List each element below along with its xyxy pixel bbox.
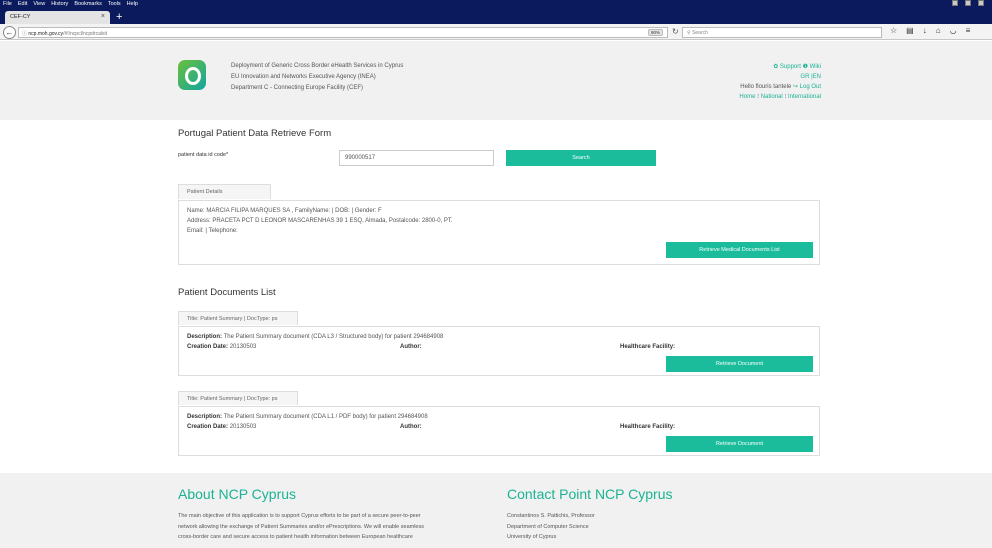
support-link[interactable]: Support xyxy=(780,64,801,70)
reload-icon[interactable]: ↻ xyxy=(672,27,679,36)
document-description: The Patient Summary document (CDA L1 / P… xyxy=(223,414,428,420)
back-arrow-icon[interactable]: ← xyxy=(3,26,16,39)
organization-info: Deployment of Generic Cross Border eHeal… xyxy=(231,61,403,94)
retrieve-document-button[interactable]: Retrieve Document xyxy=(666,356,813,372)
home-icon[interactable]: ⌂ xyxy=(936,26,941,35)
download-icon[interactable]: ↓ xyxy=(923,26,927,35)
toolbar-icons: ☆ ▤ ↓ ⌂ ◡ ≡ xyxy=(890,26,970,35)
patient-address-line: Address: PRACETA PCT D LEONOR MASCARENHA… xyxy=(187,218,453,224)
close-window-icon[interactable] xyxy=(978,0,984,6)
logout-icon: ↪ xyxy=(792,84,798,90)
contact-text: Constantinos S. Pattichis, Professor Dep… xyxy=(507,511,595,543)
about-line: The main objective of this application i… xyxy=(178,513,421,519)
retrieve-documents-list-button[interactable]: Retrieve Medical Documents List xyxy=(666,242,813,258)
browser-menubar: File Edit View History Bookmarks Tools H… xyxy=(0,0,992,8)
browser-tab[interactable]: CEF-CY × xyxy=(5,11,110,24)
contact-line: Department of Computer Science xyxy=(507,523,589,530)
contact-line: Constantinos S. Pattichis, Professor xyxy=(507,513,595,519)
navigation-bar: ← ⓘ ncp.moh.gov.cy/#!/ncpcl/ncpdrcalsit … xyxy=(0,24,992,40)
window-controls xyxy=(952,0,990,6)
patient-id-label: patient data id code* xyxy=(178,152,229,158)
menu-view[interactable]: View xyxy=(33,1,45,7)
url-host: ncp.moh.gov.cy xyxy=(28,31,64,37)
creation-date-label: Creation Date: xyxy=(187,344,229,350)
document-tab: Title: Patient Summary | DocType: ps xyxy=(178,391,298,405)
author-label: Author: xyxy=(400,344,422,350)
patient-name-line: Name: MARCIA FILIPA MARQUES SA , FamilyN… xyxy=(187,208,382,214)
nav-national-link[interactable]: National xyxy=(761,94,783,100)
wiki-link[interactable]: Wiki xyxy=(810,64,821,70)
support-icon: ✿ xyxy=(773,64,779,70)
lang-en-link[interactable]: EN xyxy=(813,74,821,80)
footer: About NCP Cyprus The main objective of t… xyxy=(0,473,992,548)
menu-history[interactable]: History xyxy=(51,1,68,7)
documents-title: Patient Documents List xyxy=(178,287,276,298)
nav-international-link[interactable]: International xyxy=(788,94,821,100)
logout-link[interactable]: Log Out xyxy=(800,84,821,90)
about-line: cross-border care and secure access to p… xyxy=(178,534,413,540)
minimize-icon[interactable] xyxy=(952,0,958,6)
maximize-icon[interactable] xyxy=(965,0,971,6)
greeting: Hello flouris tantele xyxy=(740,84,792,90)
document-description: The Patient Summary document (CDA L3 / S… xyxy=(223,334,444,340)
lang-gr-link[interactable]: GR xyxy=(800,74,809,80)
about-line: network allowing the exchange of Patient… xyxy=(178,523,424,530)
form-title: Portugal Patient Data Retrieve Form xyxy=(178,128,332,139)
about-title: About NCP Cyprus xyxy=(178,486,297,502)
wiki-icon: ❶ xyxy=(802,64,808,70)
contact-title: Contact Point NCP Cyprus xyxy=(507,486,673,502)
patient-contact-line: Email: | Telephone: xyxy=(187,228,238,234)
info-icon[interactable]: ⓘ xyxy=(22,31,27,37)
creation-date-value: 20130503 xyxy=(229,344,257,350)
creation-date-label: Creation Date: xyxy=(187,424,229,430)
search-placeholder: Search xyxy=(692,30,708,36)
menu-tools[interactable]: Tools xyxy=(108,1,121,7)
nav-home-link[interactable]: Home xyxy=(739,94,755,100)
author-label: Author: xyxy=(400,424,422,430)
header-links: ✿ Support ❶ Wiki GR |EN Hello flouris ta… xyxy=(739,62,821,102)
creation-date-value: 20130503 xyxy=(229,424,257,430)
bookmark-star-icon[interactable]: ☆ xyxy=(890,26,897,35)
hamburger-menu-icon[interactable]: ≡ xyxy=(966,26,971,35)
search-button[interactable]: Search xyxy=(506,150,656,166)
site-header: Deployment of Generic Cross Border eHeal… xyxy=(0,41,992,120)
menu-file[interactable]: File xyxy=(3,1,12,7)
search-icon: ⚲ xyxy=(687,30,691,36)
tab-close-icon[interactable]: × xyxy=(101,13,105,20)
url-bar[interactable]: ⓘ ncp.moh.gov.cy/#!/ncpcl/ncpdrcalsit xyxy=(18,27,668,38)
org-line-2: EU Innovation and Networks Executive Age… xyxy=(231,74,376,80)
healthcare-facility-label: Healthcare Facility: xyxy=(620,344,676,350)
patient-id-input[interactable]: 990000517 xyxy=(339,150,494,166)
org-line-3: Department C - Connecting Europe Facilit… xyxy=(231,85,364,91)
browser-search-input[interactable]: ⚲ Search xyxy=(682,27,882,38)
about-text: The main objective of this application i… xyxy=(178,511,493,543)
menu-edit[interactable]: Edit xyxy=(18,1,27,7)
url-path: /#!/ncpcl/ncpdrcalsit xyxy=(63,31,107,37)
clipboard-icon[interactable]: ▤ xyxy=(906,26,914,35)
org-line-1: Deployment of Generic Cross Border eHeal… xyxy=(231,63,404,69)
menu-bookmarks[interactable]: Bookmarks xyxy=(74,1,102,7)
description-label: Description: xyxy=(187,414,223,420)
cef-logo[interactable] xyxy=(178,60,206,90)
nav-separator-icon: ⁝ xyxy=(757,94,760,100)
menu-help[interactable]: Help xyxy=(127,1,138,7)
pocket-icon[interactable]: ◡ xyxy=(950,26,957,35)
zoom-indicator[interactable]: 90% xyxy=(648,29,663,36)
contact-line: University of Cyprus xyxy=(507,534,557,540)
new-tab-icon[interactable]: + xyxy=(116,12,122,23)
nav-separator-icon: ⁝ xyxy=(784,94,787,100)
document-tab: Title: Patient Summary | DocType: ps xyxy=(178,311,298,325)
patient-details-tab: Patient Details xyxy=(178,184,271,199)
tab-strip: CEF-CY × + xyxy=(0,8,992,24)
retrieve-document-button[interactable]: Retrieve Document xyxy=(666,436,813,452)
tab-title: CEF-CY xyxy=(10,14,31,20)
healthcare-facility-label: Healthcare Facility: xyxy=(620,424,676,430)
description-label: Description: xyxy=(187,334,223,340)
